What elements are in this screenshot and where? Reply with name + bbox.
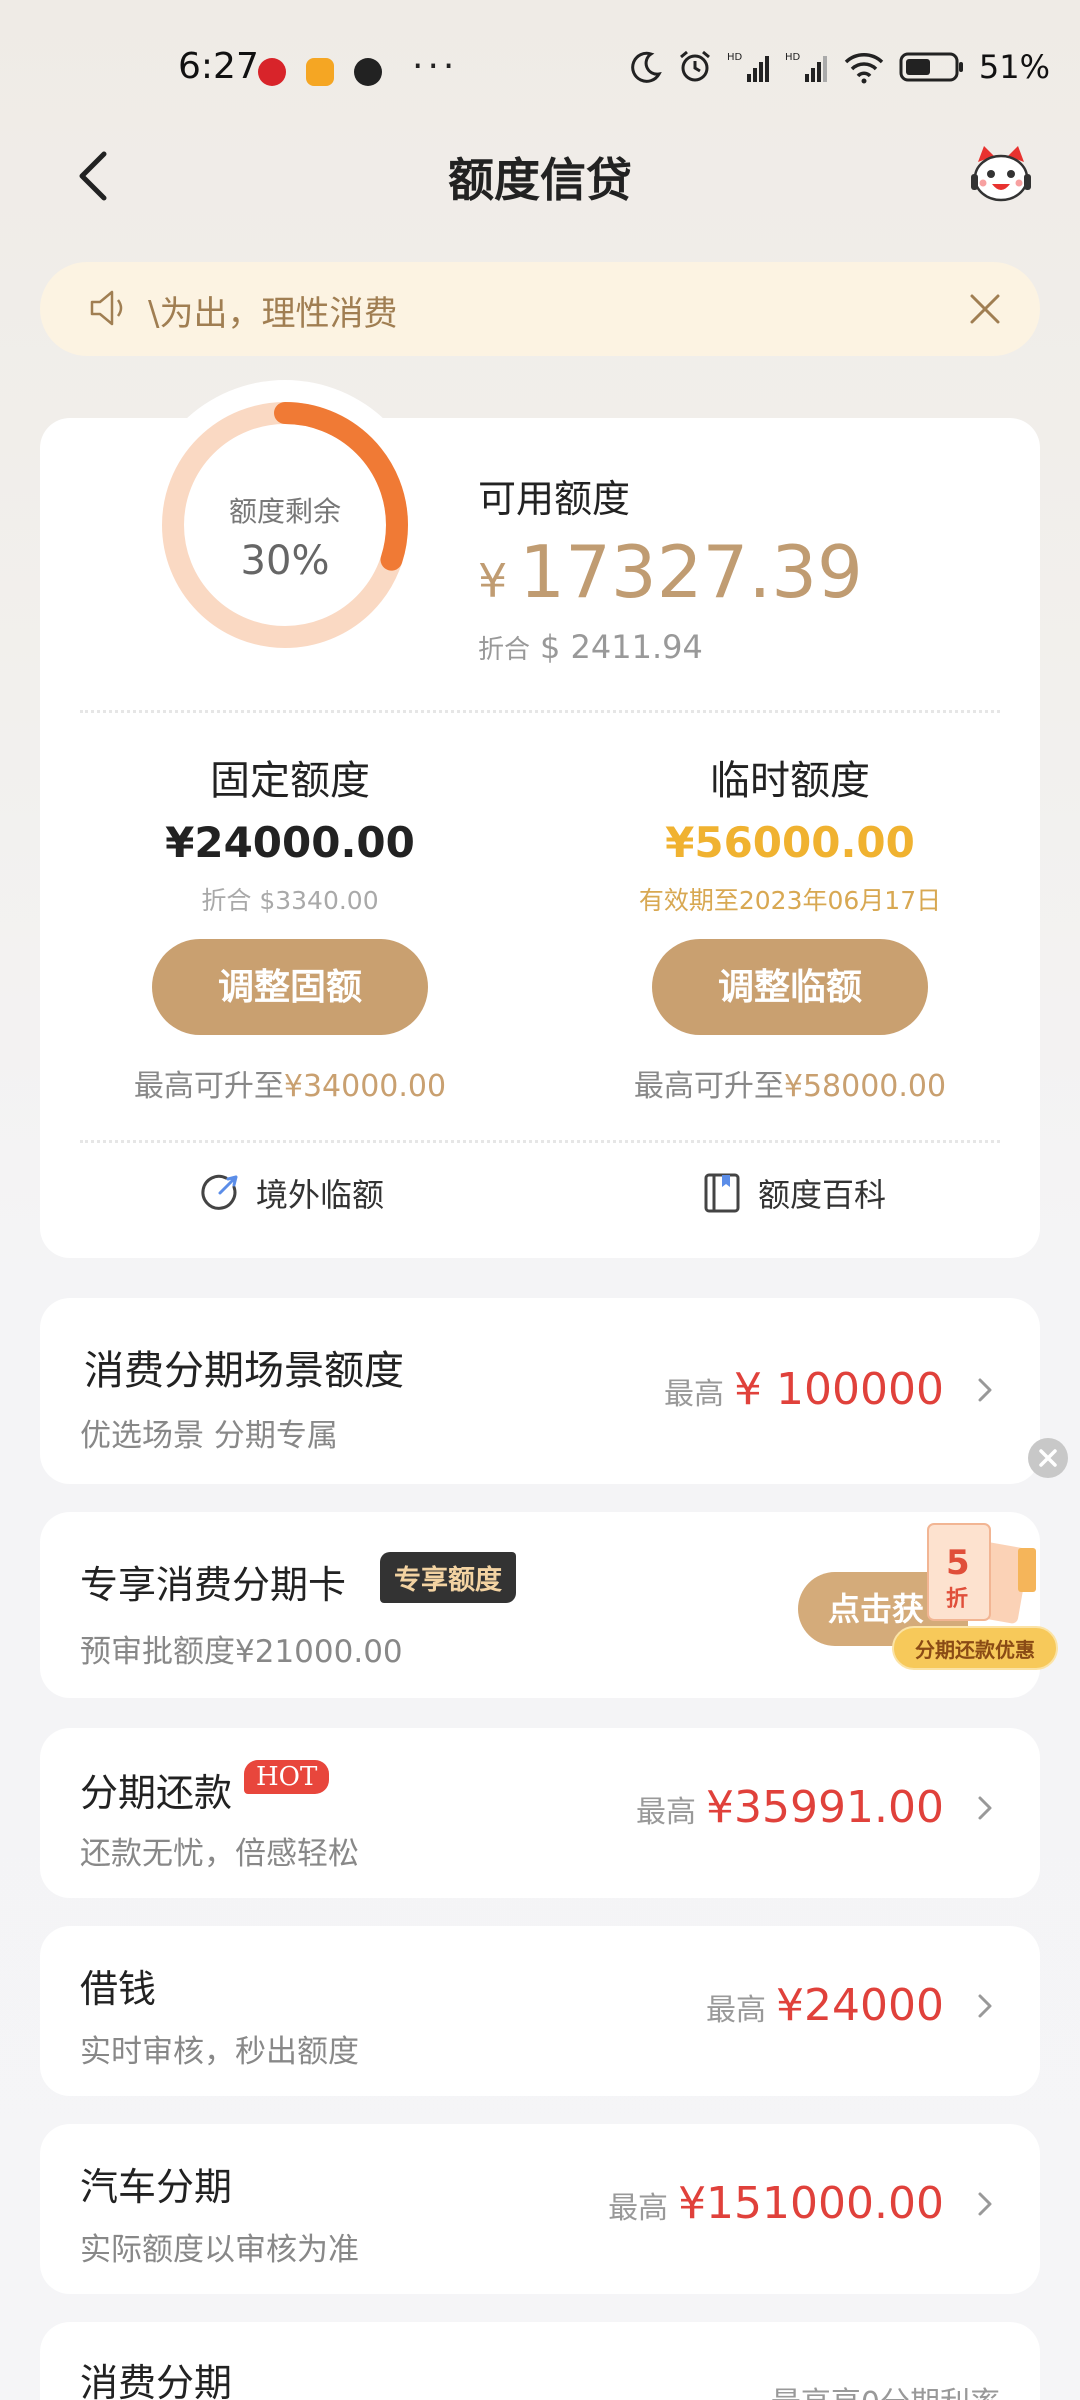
- promo-tag: 分期还款优惠: [892, 1626, 1058, 1670]
- available-converted: 折合 $ 2411.94: [478, 628, 703, 666]
- speaker-icon: [90, 290, 123, 326]
- quota-wiki-label: 额度百科: [758, 1176, 887, 1214]
- temporary-quota-amount: ¥56000.00: [665, 818, 915, 867]
- item-subtitle: 优选场景 分期专属: [80, 1418, 338, 1454]
- fixed-quota-title: 固定额度: [210, 758, 370, 804]
- close-icon[interactable]: [960, 284, 1010, 334]
- moon-icon: [631, 51, 662, 83]
- fixed-max-prefix: 最高可升至: [133, 1069, 284, 1104]
- status-bar: 6:27 ··· HD HD 51%: [0, 0, 1080, 110]
- camera-app-icon: [354, 58, 382, 86]
- item-title: 专享消费分期卡: [80, 1563, 347, 1607]
- promo-close-icon[interactable]: [1028, 1438, 1068, 1478]
- converted-amount: $ 2411.94: [540, 628, 703, 666]
- status-time: 6:27: [178, 46, 259, 87]
- item-max-prefix: 最高: [636, 1795, 697, 1830]
- list-item-car-loan[interactable]: 汽车分期 实际额度以审核为准 最高 ¥151000.00: [40, 2124, 1040, 2294]
- ring-label: 额度剩余: [228, 495, 341, 528]
- fixed-max: 最高可升至¥34000.00: [40, 1061, 540, 1105]
- wifi-icon: [844, 53, 884, 84]
- divider: [80, 1140, 1000, 1143]
- bank-app-icon: [258, 58, 286, 86]
- item-max: 最高 ¥35991.00: [636, 1782, 1000, 1833]
- item-title: 分期还款: [80, 1771, 233, 1815]
- item-max-amount: ¥ 100000: [734, 1364, 944, 1415]
- temporary-max-prefix: 最高可升至: [633, 1069, 784, 1104]
- exclusive-badge: 专享额度: [380, 1552, 516, 1603]
- status-right: HD HD 51%: [629, 48, 1050, 86]
- chevron-right-icon: [978, 2192, 992, 2215]
- book-icon: [704, 1173, 740, 1213]
- quota-wiki-link[interactable]: 额度百科: [700, 1170, 886, 1216]
- files-app-icon: [306, 58, 334, 86]
- item-max-amount: ¥35991.00: [706, 1782, 944, 1833]
- item-max: 最高享0分期利率: [771, 2378, 1000, 2400]
- available-amount-value: 17327.39: [519, 530, 863, 614]
- battery-percent: 51%: [978, 48, 1050, 86]
- promo-discount: 5: [946, 1543, 970, 1583]
- svg-text:HD: HD: [727, 52, 743, 63]
- assistant-mascot-icon[interactable]: [966, 140, 1036, 210]
- item-subtitle: 实时审核，秒出额度: [80, 2034, 359, 2070]
- alarm-icon: [679, 50, 710, 82]
- item-partial-text: 最高享0分期利率: [771, 2378, 1000, 2400]
- chevron-right-icon: [978, 1994, 992, 2017]
- quota-card: 额度剩余 30% 可用额度 ¥17327.39 折合 $ 2411.94 固定额度…: [40, 380, 1040, 1258]
- item-max: 最高 ¥ 100000: [664, 1364, 1000, 1415]
- notice-text: \为出，理性消费: [148, 294, 398, 334]
- available-label: 可用额度: [478, 477, 631, 521]
- plane-globe-icon: [201, 1174, 238, 1210]
- hot-badge: HOT: [244, 1760, 330, 1794]
- ring-percent: 30%: [240, 538, 330, 584]
- page-title: 额度信贷: [448, 153, 632, 207]
- item-max-prefix: 最高: [664, 1377, 725, 1412]
- notice-banner: \为出，理性消费: [40, 262, 1040, 356]
- item-max: 最高 ¥24000: [706, 1980, 1000, 2031]
- temporary-quota-validity: 有效期至2023年06月17日: [638, 886, 942, 915]
- currency-symbol: ¥: [478, 554, 508, 608]
- available-amount: ¥17327.39: [478, 530, 863, 614]
- temporary-max: 最高可升至¥58000.00: [540, 1061, 1040, 1105]
- fixed-quota-amount: ¥24000.00: [165, 818, 415, 867]
- item-max-prefix: 最高: [608, 2191, 669, 2226]
- chevron-right-icon: [978, 1796, 992, 1819]
- item-subtitle: 预审批额度¥21000.00: [80, 1634, 403, 1670]
- temporary-quota-section: 临时额度 ¥56000.00 有效期至2023年06月17日 调整临额 最高可升…: [540, 748, 1040, 1105]
- signal-icon-2: HD: [785, 52, 827, 82]
- nav-bar: 额度信贷: [0, 130, 1080, 220]
- item-title: 消费分期场景额度: [84, 1348, 404, 1394]
- item-title: 汽车分期: [80, 2165, 233, 2209]
- more-notifications-icon: ···: [412, 46, 459, 87]
- item-subtitle: 实际额度以审核为准: [80, 2232, 359, 2268]
- fixed-quota-converted: 折合 $3340.00: [201, 886, 379, 915]
- promo-unit: 折: [946, 1587, 968, 1612]
- signal-icon: HD: [727, 52, 769, 82]
- adjust-fixed-button[interactable]: 调整固额: [152, 939, 428, 1035]
- item-max-amount: ¥24000: [776, 1980, 944, 2031]
- item-title: 消费分期: [80, 2361, 233, 2400]
- battery-icon: [899, 52, 963, 82]
- overseas-quota-link[interactable]: 境外临额: [198, 1170, 384, 1216]
- list-item-scene-quota[interactable]: 消费分期场景额度 优选场景 分期专属 最高 ¥ 100000: [40, 1298, 1040, 1484]
- divider: [80, 710, 1000, 713]
- fixed-max-amount: ¥34000.00: [283, 1069, 447, 1104]
- list-item-installment-repay[interactable]: 分期还款 HOT 还款无忧，倍感轻松 最高 ¥35991.00: [40, 1728, 1040, 1898]
- svg-text:HD: HD: [785, 52, 801, 63]
- item-max-amount: ¥151000.00: [678, 2178, 944, 2229]
- chevron-right-icon: [978, 1378, 992, 1401]
- item-title: 借钱: [80, 1967, 157, 2011]
- temporary-max-amount: ¥58000.00: [783, 1069, 947, 1104]
- list-item-borrow[interactable]: 借钱 实时审核，秒出额度 最高 ¥24000: [40, 1926, 1040, 2096]
- item-max-prefix: 最高: [706, 1993, 767, 2028]
- item-subtitle: 还款无忧，倍感轻松: [80, 1836, 359, 1872]
- list-item-consumer-installment[interactable]: 消费分期 最高享0分期利率: [40, 2322, 1040, 2400]
- fixed-quota-section: 固定额度 ¥24000.00 折合 $3340.00 调整固额 最高可升至¥34…: [40, 748, 540, 1105]
- item-max: 最高 ¥151000.00: [608, 2178, 1000, 2229]
- temporary-quota-title: 临时额度: [710, 758, 870, 804]
- adjust-temporary-button[interactable]: 调整临额: [652, 939, 928, 1035]
- converted-prefix: 折合: [478, 635, 531, 665]
- overseas-quota-label: 境外临额: [256, 1176, 385, 1214]
